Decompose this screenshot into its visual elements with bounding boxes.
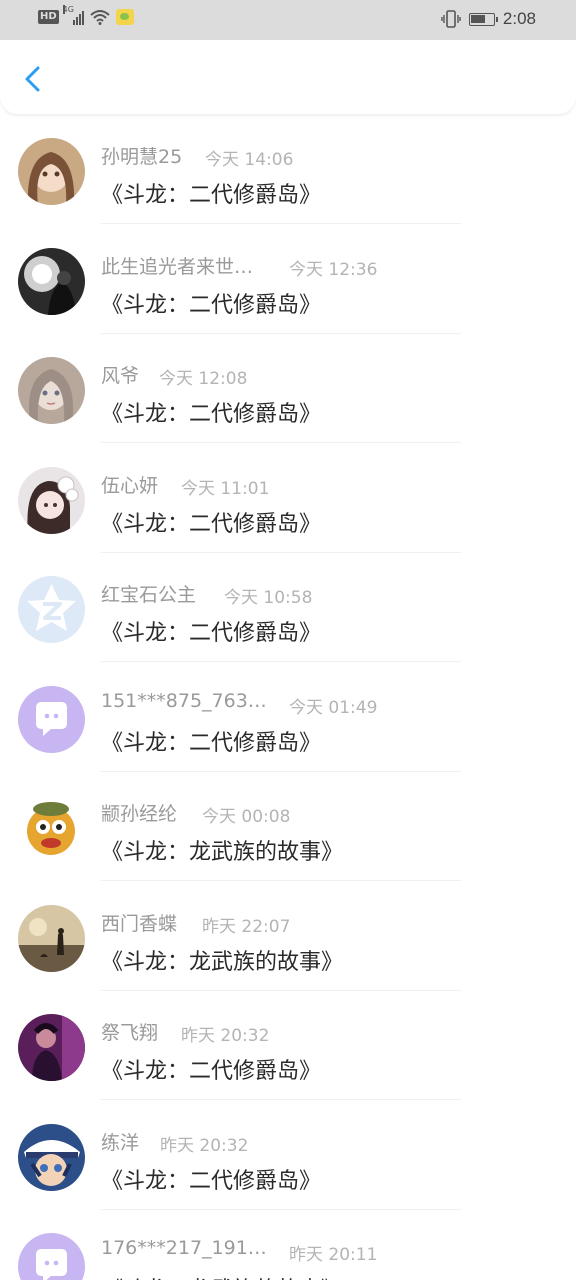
battery-icon xyxy=(468,12,498,26)
header-bar xyxy=(0,40,576,114)
list-item[interactable]: 伍心妍 今天 11:01 《斗龙：二代修爵岛》 xyxy=(0,443,576,553)
user-name: 伍心妍 xyxy=(101,474,159,497)
timestamp: 今天 14:06 xyxy=(205,150,294,170)
timestamp: 今天 10:58 xyxy=(224,588,313,608)
chevron-left-icon[interactable] xyxy=(16,62,50,96)
timestamp: 今天 01:49 xyxy=(289,697,378,718)
list-item[interactable]: 风爷 今天 12:08 《斗龙：二代修爵岛》 xyxy=(0,333,576,443)
list-item[interactable]: 红宝石公主 今天 10:58 《斗龙：二代修爵岛》 xyxy=(0,552,576,662)
user-name: 练洋 xyxy=(101,1131,140,1154)
user-name: 176***217_191… xyxy=(101,1237,267,1259)
avatar[interactable] xyxy=(18,466,85,534)
hd-badge: HD xyxy=(38,10,59,24)
timestamp: 昨天 20:32 xyxy=(181,1026,270,1046)
list-item[interactable]: 练洋 昨天 20:32 《斗龙：二代修爵岛》 xyxy=(0,1100,576,1210)
user-name: 151***875_763… xyxy=(101,689,267,712)
avatar[interactable] xyxy=(18,904,85,972)
vibrate-icon xyxy=(441,10,461,28)
book-title[interactable]: 《斗龙：二代修爵岛》 xyxy=(101,1163,321,1195)
avatar[interactable] xyxy=(18,576,85,643)
wechat-notification-icon xyxy=(115,9,134,25)
book-title[interactable]: 《斗龙：龙武族的故事》 xyxy=(101,834,343,866)
book-title[interactable]: 《斗龙：二代修爵岛》 xyxy=(101,506,321,538)
book-title[interactable]: 《斗龙：二代修爵岛》 xyxy=(101,396,321,428)
user-name: 祭飞翔 xyxy=(101,1022,159,1044)
timestamp: 今天 11:01 xyxy=(181,478,270,499)
list-item[interactable]: 151***875_763… 今天 01:49 《斗龙：二代修爵岛》 xyxy=(0,662,576,772)
avatar[interactable] xyxy=(18,685,85,753)
book-title[interactable]: 《斗龙：龙武族的故事》 xyxy=(101,944,343,976)
status-right: 2:08 xyxy=(441,9,536,29)
status-bar: HD 4G 2:08 xyxy=(0,0,576,40)
avatar[interactable] xyxy=(18,1123,85,1191)
user-name: 此生追光者来世… xyxy=(101,255,254,278)
book-title[interactable]: 《斗龙：二代修爵岛》 xyxy=(101,287,321,319)
timestamp: 今天 00:08 xyxy=(202,807,291,827)
avatar[interactable] xyxy=(18,138,85,205)
list-item[interactable]: 祭飞翔 昨天 20:32 《斗龙：二代修爵岛》 xyxy=(0,990,576,1100)
user-name: 红宝石公主 xyxy=(101,584,197,606)
timestamp: 昨天 20:32 xyxy=(160,1135,249,1156)
list-item[interactable]: 孙明慧25 今天 14:06 《斗龙：二代修爵岛》 xyxy=(0,114,576,224)
book-title[interactable]: 《斗龙：二代修爵岛》 xyxy=(101,1053,321,1085)
status-left: HD 4G xyxy=(38,5,134,25)
avatar[interactable] xyxy=(18,795,85,862)
avatar[interactable] xyxy=(18,1014,85,1081)
book-title[interactable]: 《斗龙：二代修爵岛》 xyxy=(101,725,321,757)
avatar[interactable] xyxy=(18,357,85,424)
user-name: 西门香蝶 xyxy=(101,912,178,935)
list-item[interactable]: 颛孙经纶 今天 00:08 《斗龙：龙武族的故事》 xyxy=(0,771,576,881)
list-item[interactable]: 此生追光者来世… 今天 12:36 《斗龙：二代修爵岛》 xyxy=(0,224,576,334)
user-name: 孙明慧25 xyxy=(101,146,183,168)
timestamp: 昨天 20:11 xyxy=(289,1245,378,1265)
user-name: 风爷 xyxy=(101,365,140,387)
status-time: 2:08 xyxy=(502,9,536,28)
user-name: 颛孙经纶 xyxy=(101,803,178,825)
book-title[interactable]: 《斗龙：二代修爵岛》 xyxy=(101,615,321,647)
list-item[interactable]: 176***217_191… 昨天 20:11 《斗龙：龙武族的故事》 xyxy=(0,1209,576,1280)
avatar[interactable] xyxy=(18,1233,85,1280)
wifi-icon xyxy=(90,10,110,25)
list-item[interactable]: 西门香蝶 昨天 22:07 《斗龙：龙武族的故事》 xyxy=(0,881,576,991)
timestamp: 今天 12:08 xyxy=(159,369,248,389)
timestamp: 今天 12:36 xyxy=(289,259,378,280)
signal-4g-icon: 4G xyxy=(62,5,84,25)
book-title[interactable]: 《斗龙：龙武族的故事》 xyxy=(101,1272,343,1280)
timestamp: 昨天 22:07 xyxy=(202,916,291,937)
avatar[interactable] xyxy=(18,247,85,315)
book-title[interactable]: 《斗龙：二代修爵岛》 xyxy=(101,177,321,209)
